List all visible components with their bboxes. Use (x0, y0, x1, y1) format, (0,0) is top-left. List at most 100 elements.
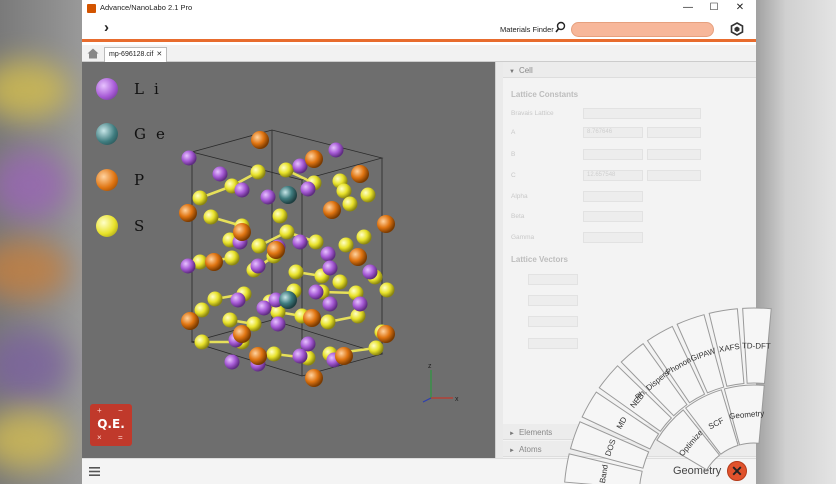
sulfur-atom (250, 164, 266, 180)
mode-label: Geometry (673, 465, 722, 477)
alpha-field[interactable] (583, 191, 643, 202)
lithium-atom (300, 181, 316, 197)
sulfur-atom (251, 238, 267, 254)
tab-mp-696128[interactable]: mp-696128.cif ✕ (104, 47, 168, 62)
lithium-atom (352, 296, 368, 312)
phosphorus-atom (303, 309, 321, 327)
cell-header-label: Cell (518, 66, 533, 75)
sulfur-atom (207, 291, 223, 307)
sulfur-atom (194, 334, 210, 350)
materials-finder-input[interactable] (571, 22, 714, 37)
b-field[interactable] (583, 149, 643, 160)
lattice-vector-field[interactable] (528, 295, 578, 306)
phosphorus-atom (267, 241, 285, 259)
sulfur-atom (320, 314, 336, 330)
lithium-atom (270, 316, 286, 332)
blurred-background-left (0, 0, 82, 484)
sulfur-atom (356, 229, 372, 245)
gamma-label: Gamma (511, 234, 535, 241)
phosphorus-atom (305, 150, 323, 168)
qe-logo[interactable]: + − × = Q.E. (90, 404, 132, 446)
phosphorus-atom (377, 215, 395, 233)
tab-close-icon[interactable]: ✕ (156, 51, 162, 58)
b-unit-select[interactable] (647, 149, 701, 160)
axis-z-label: z (428, 363, 432, 370)
maximize-button[interactable]: ☐ (704, 1, 724, 15)
qe-logo-text: Q.E. (97, 417, 125, 431)
lattice-vector-field[interactable] (528, 338, 578, 349)
materials-finder-label: Materials Finder (500, 25, 554, 34)
sulfur-atom (332, 274, 348, 290)
qe-plus-symbol: + (97, 406, 102, 415)
lithium-atom (362, 264, 378, 280)
lattice-vector-field[interactable] (528, 316, 578, 327)
axis-x-label: x (455, 396, 459, 403)
lithium-atom (250, 258, 266, 274)
lithium-atom (322, 260, 338, 276)
lattice-vectors-heading: Lattice Vectors (511, 255, 568, 264)
phosphorus-atom (233, 223, 251, 241)
phosphorus-atom (179, 204, 197, 222)
a-label: A (511, 129, 516, 136)
axis-triad-icon: z x (422, 363, 459, 403)
sulfur-atom (368, 340, 384, 356)
hexagon-settings-icon[interactable] (730, 22, 744, 36)
lithium-atom (212, 166, 228, 182)
lithium-atom (322, 296, 338, 312)
home-icon[interactable] (87, 48, 99, 59)
sulfur-atom (379, 282, 395, 298)
gamma-field[interactable] (583, 232, 643, 243)
a-unit-select[interactable] (647, 127, 701, 138)
qe-times-symbol: × (97, 433, 102, 442)
beta-field[interactable] (583, 211, 643, 222)
hamburger-menu-icon[interactable] (89, 466, 100, 477)
c-unit-select[interactable] (647, 170, 701, 181)
phosphorus-atom (323, 201, 341, 219)
phosphorus-atom (251, 131, 269, 149)
bravais-lattice-select[interactable] (583, 108, 701, 119)
germanium-atom (279, 186, 297, 204)
phosphorus-atom (205, 253, 223, 271)
close-mode-button[interactable]: ✕ (727, 461, 747, 481)
phosphorus-atom (305, 369, 323, 387)
a-field[interactable]: 8.767646 (583, 127, 643, 138)
phosphorus-atom (349, 248, 367, 266)
sulfur-atom (266, 346, 282, 362)
tab-label: mp-696128.cif (109, 51, 154, 58)
b-label: B (511, 151, 516, 158)
bravais-lattice-label: Bravais Lattice (511, 110, 554, 117)
phosphorus-atom (351, 165, 369, 183)
phosphorus-atom (233, 325, 251, 343)
sulfur-atom (278, 162, 294, 178)
qe-equals-symbol: = (118, 433, 123, 442)
structure-viewport[interactable]: Li Ge P S z x + − × = Q.E. (82, 62, 495, 458)
lithium-atom (260, 189, 276, 205)
minimize-button[interactable]: — (678, 1, 698, 15)
sulfur-atom (342, 196, 358, 212)
radial-item-td-dft-label: TD-DFT (742, 341, 771, 350)
close-window-button[interactable]: ✕ (730, 1, 750, 15)
phosphorus-atom (335, 347, 353, 365)
lattice-vector-field[interactable] (528, 274, 578, 285)
lithium-atom (230, 292, 246, 308)
phosphorus-atom (181, 312, 199, 330)
search-icon[interactable] (555, 21, 567, 35)
cell-section-header[interactable]: ▼ Cell (503, 62, 756, 78)
phosphorus-atom (377, 325, 395, 343)
phosphorus-atom (249, 347, 267, 365)
app-logo-icon (87, 4, 96, 13)
panel-splitter[interactable] (495, 62, 503, 458)
sulfur-atom (308, 234, 324, 250)
lithium-atom (181, 150, 197, 166)
sulfur-atom (336, 183, 352, 199)
lithium-atom (328, 142, 344, 158)
atoms-header-label: Atoms (518, 445, 542, 454)
sulfur-atom (272, 208, 288, 224)
c-field[interactable]: 12.657548 (583, 170, 643, 181)
radial-item-td-dft[interactable]: TD-DFT (742, 307, 772, 385)
expand-chevron-icon[interactable]: › (104, 19, 109, 36)
lithium-atom (292, 234, 308, 250)
sulfur-atom (192, 190, 208, 206)
germanium-atom (279, 291, 297, 309)
sulfur-atom (224, 250, 240, 266)
